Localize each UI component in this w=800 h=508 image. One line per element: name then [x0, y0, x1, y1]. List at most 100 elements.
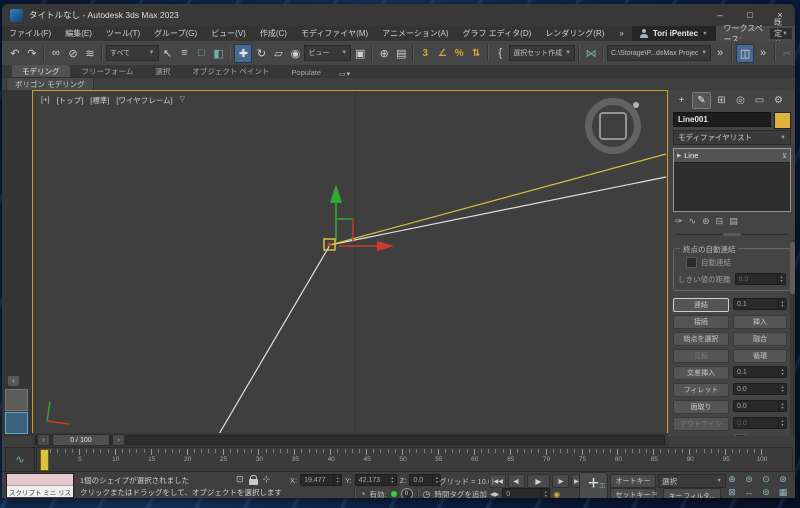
viewport-top[interactable]: [+] [トップ] [標準] [ワイヤフレーム] ▽ — [32, 90, 668, 436]
panel-scrollbar[interactable] — [790, 240, 795, 436]
clock-icon[interactable]: ◷ — [423, 489, 431, 499]
absolute-mode-icon[interactable]: ⊹ — [263, 474, 271, 485]
key-mode-toggle[interactable]: ◀▶ — [490, 491, 499, 498]
modify-tab-icon[interactable]: ✎ — [692, 92, 711, 109]
viewport-scene[interactable] — [33, 91, 666, 434]
mini-curve-editor-button[interactable]: ∿ — [5, 447, 35, 472]
spin-down-icon[interactable]: ▾ — [781, 406, 783, 410]
set-keys-button[interactable]: + ⚿ — [579, 472, 608, 498]
go-to-start-button[interactable]: |◀◀ — [489, 474, 506, 488]
zoom-extents-icon[interactable]: ⊙ — [758, 473, 774, 485]
maxscript-mini-listener[interactable]: スクリプト ミニ リス — [6, 473, 74, 498]
spin-down-icon[interactable]: ▾ — [436, 480, 438, 484]
select-place-button[interactable]: ◉ — [287, 45, 303, 62]
select-scale-button[interactable]: ▱ — [270, 45, 286, 62]
key-mode-icon[interactable]: ≍ — [651, 489, 658, 498]
window-crossing-icon[interactable]: ◧ — [211, 45, 227, 62]
z-coordinate-field[interactable]: 0.0 ▴ ▾ — [409, 474, 442, 486]
polygon-modeling-panel[interactable]: ポリゴン モデリング — [6, 77, 94, 91]
save-state-icon[interactable]: ◫ — [736, 43, 755, 63]
rectangular-region-icon[interactable]: □ — [194, 45, 210, 62]
layout-tab-arrow[interactable]: ‹ — [8, 376, 19, 386]
select-rotate-button[interactable]: ↻ — [253, 45, 269, 62]
track-bar[interactable]: 0510152025303540455055606570758085909510… — [36, 447, 793, 472]
threshold-spinner[interactable]: 6.0 ▴ ▾ — [734, 273, 786, 285]
fillet-button[interactable]: フィレット — [673, 383, 729, 397]
create-tab-icon[interactable]: + — [673, 93, 690, 108]
configure-sets-icon[interactable]: ▤ — [729, 216, 738, 227]
display-tab-icon[interactable]: ▭ — [751, 93, 768, 108]
remove-modifier-icon[interactable]: ⊟ — [716, 216, 724, 227]
auto-weld-checkbox[interactable] — [686, 257, 697, 268]
layout-tab-thumbnail[interactable] — [5, 389, 28, 411]
vertex-point[interactable] — [327, 242, 332, 247]
spin-down-icon[interactable]: ▾ — [780, 279, 782, 283]
spline-segment[interactable] — [329, 176, 666, 246]
weld-threshold-spinner[interactable]: 0.1 ▴ ▾ — [733, 298, 787, 310]
pin-icon[interactable]: ⊻ — [782, 152, 787, 160]
previous-frame-arrow[interactable]: ‹ — [37, 434, 50, 446]
zoom-all-icon[interactable]: ⊜ — [741, 473, 757, 485]
zoom-region-icon[interactable]: ⊠ — [724, 486, 740, 498]
snap-3d-toggle[interactable]: 3 — [417, 45, 433, 62]
insert-button[interactable]: 挿入 — [733, 315, 787, 329]
link-icon[interactable]: ∞ — [48, 45, 64, 62]
menu-file[interactable]: ファイル(F) — [2, 28, 58, 39]
current-frame-field[interactable]: 0 ▴ ▾ — [502, 488, 551, 498]
make-first-button[interactable]: 始点を選択 — [673, 332, 729, 346]
menu-rendering[interactable]: レンダリング(R) — [538, 28, 611, 39]
menu-animation[interactable]: アニメーション(A) — [375, 28, 455, 39]
menu-modifiers[interactable]: モディファイヤ(M) — [294, 28, 375, 39]
reference-coordinate-dropdown[interactable]: ビュー ▼ — [304, 45, 352, 61]
key-filters-button[interactable]: キー フィルタ... — [663, 488, 721, 498]
spinner-snap-toggle[interactable]: ⇅ — [468, 45, 484, 62]
bind-spacewarp-icon[interactable]: ≋ — [82, 45, 98, 62]
time-ruler-ticks[interactable]: 0510152025303540455055606570758085909510… — [37, 448, 792, 471]
select-by-name-icon[interactable]: ≡ — [177, 45, 193, 62]
center-checkbox[interactable] — [735, 434, 746, 436]
utilities-tab-icon[interactable]: ⚙ — [770, 93, 787, 108]
make-unique-icon[interactable]: ⊛ — [702, 216, 710, 227]
select-object-icon[interactable]: ↖ — [160, 45, 176, 62]
gizmo-y-arrowhead[interactable] — [330, 184, 342, 203]
menu-graph-editors[interactable]: グラフ エディタ(D) — [456, 28, 539, 39]
keyboard-override-icon[interactable]: ▤ — [393, 45, 409, 62]
time-slider[interactable]: ‹ 0 / 100 › — [32, 433, 668, 447]
spin-down-icon[interactable]: ▾ — [391, 480, 393, 484]
toolbar-overflow-icon[interactable]: » — [755, 45, 771, 62]
next-frame-button[interactable]: |▶ — [552, 474, 569, 488]
layout-tab-thumbnail-active[interactable] — [5, 412, 28, 434]
spline-segment[interactable] — [218, 244, 331, 434]
menu-tools[interactable]: ツール(T) — [99, 28, 147, 39]
spin-down-icon[interactable]: ▾ — [781, 423, 783, 427]
navigation-ring[interactable] — [585, 98, 641, 154]
viewport-menu-quality[interactable]: [標準] — [90, 95, 109, 106]
weld-button[interactable]: 連結 — [673, 298, 729, 312]
ribbon-collapse-button[interactable]: ▭ ▾ — [339, 70, 350, 78]
auto-key-button[interactable]: オートキー — [610, 474, 656, 488]
percent-snap-toggle[interactable]: % — [451, 45, 467, 62]
cross-insert-button[interactable]: 交差挿入 — [673, 366, 729, 380]
outline-spinner[interactable]: 0.0 ▴ ▾ — [733, 417, 787, 429]
time-slider-handle[interactable]: ‹ 0 / 100 › — [37, 434, 125, 446]
spin-down-icon[interactable]: ▾ — [781, 389, 783, 393]
selection-filter-dropdown[interactable]: すべて ▼ — [105, 45, 159, 61]
macro-recorder-pane[interactable] — [7, 474, 73, 486]
connect-button[interactable]: 接続 — [673, 315, 729, 329]
menu-overflow[interactable]: » — [611, 29, 631, 38]
redo-button[interactable]: ↷ — [24, 45, 40, 62]
unlink-icon[interactable]: ⊘ — [65, 45, 81, 62]
selection-lock-icon[interactable] — [248, 475, 258, 485]
spin-down-icon[interactable]: ▾ — [337, 480, 339, 484]
show-end-result-icon[interactable]: ∿ — [689, 216, 697, 227]
gizmo-x-arrowhead[interactable] — [377, 241, 394, 251]
rollout-divider[interactable] — [675, 233, 789, 238]
viewport-menu-general[interactable]: [+] — [41, 95, 50, 106]
menu-edit[interactable]: 編集(E) — [58, 28, 99, 39]
default-in-out-tangent-icon[interactable]: ◉ — [553, 490, 560, 499]
edit-named-selection-icon[interactable]: { — [492, 45, 508, 62]
fuse-button[interactable]: 融合 — [733, 332, 787, 346]
mirror-icon[interactable]: ⋈ — [583, 45, 599, 62]
angle-snap-toggle[interactable]: ∠ — [434, 45, 450, 62]
y-coordinate-field[interactable]: 42.173 ▴ ▾ — [354, 474, 397, 486]
